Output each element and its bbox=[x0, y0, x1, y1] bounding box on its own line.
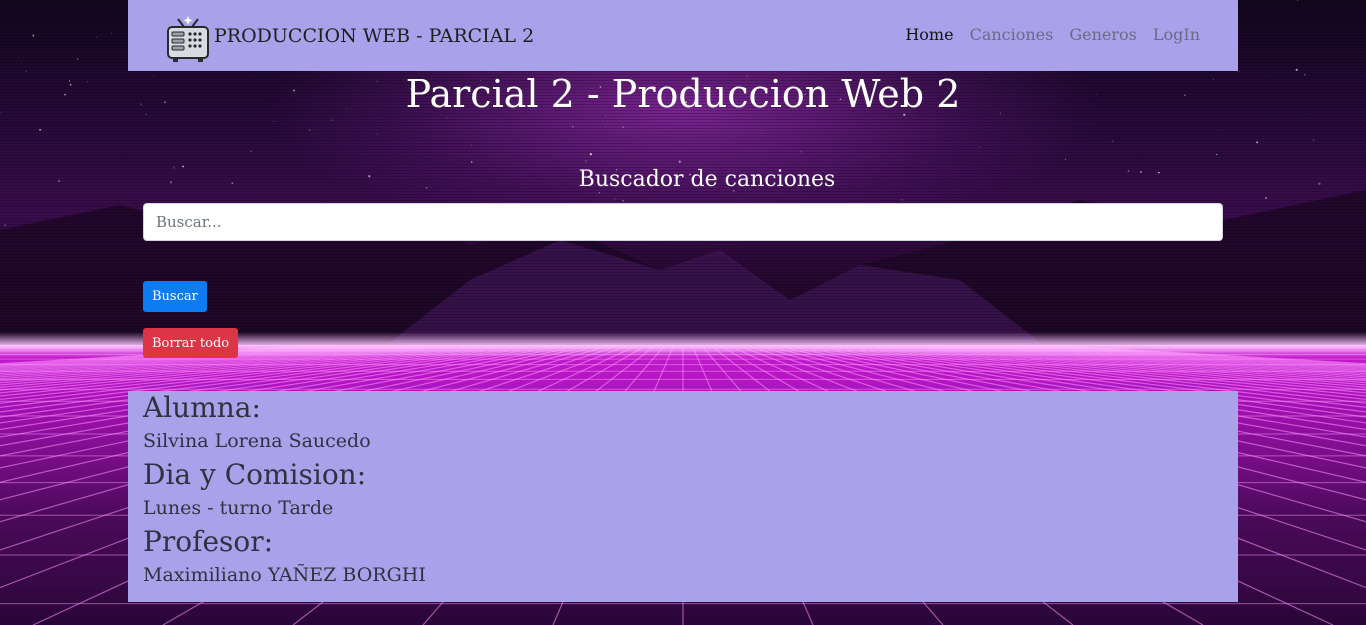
teacher-name: Maximiliano YAÑEZ BORGHI bbox=[143, 564, 426, 586]
day-commission-label: Dia y Comision: bbox=[143, 458, 367, 491]
nav-link-generos[interactable]: Generos bbox=[1069, 25, 1137, 44]
nav-links: Home Canciones Generos LogIn bbox=[889, 25, 1200, 44]
student-name: Silvina Lorena Saucedo bbox=[143, 430, 371, 452]
search-button[interactable]: Buscar bbox=[143, 281, 207, 312]
day-commission-value: Lunes - turno Tarde bbox=[143, 497, 334, 519]
retro-tv-icon bbox=[167, 15, 209, 62]
nav-link-canciones[interactable]: Canciones bbox=[970, 25, 1054, 44]
navbar: PRODUCCION WEB - PARCIAL 2 Home Cancione… bbox=[128, 0, 1238, 71]
student-info-panel: Alumna: Silvina Lorena Saucedo Dia y Com… bbox=[128, 391, 1238, 602]
nav-link-login[interactable]: LogIn bbox=[1153, 25, 1200, 44]
search-heading: Buscador de canciones bbox=[578, 167, 836, 192]
nav-link-home[interactable]: Home bbox=[905, 25, 953, 44]
search-input[interactable] bbox=[143, 203, 1223, 241]
student-label: Alumna: bbox=[143, 391, 261, 424]
brand[interactable]: PRODUCCION WEB - PARCIAL 2 bbox=[164, 5, 534, 67]
teacher-label: Profesor: bbox=[143, 525, 274, 558]
clear-all-button[interactable]: Borrar todo bbox=[143, 328, 239, 358]
page-title: Parcial 2 - Produccion Web 2 bbox=[405, 72, 961, 116]
brand-title: PRODUCCION WEB - PARCIAL 2 bbox=[214, 24, 535, 47]
